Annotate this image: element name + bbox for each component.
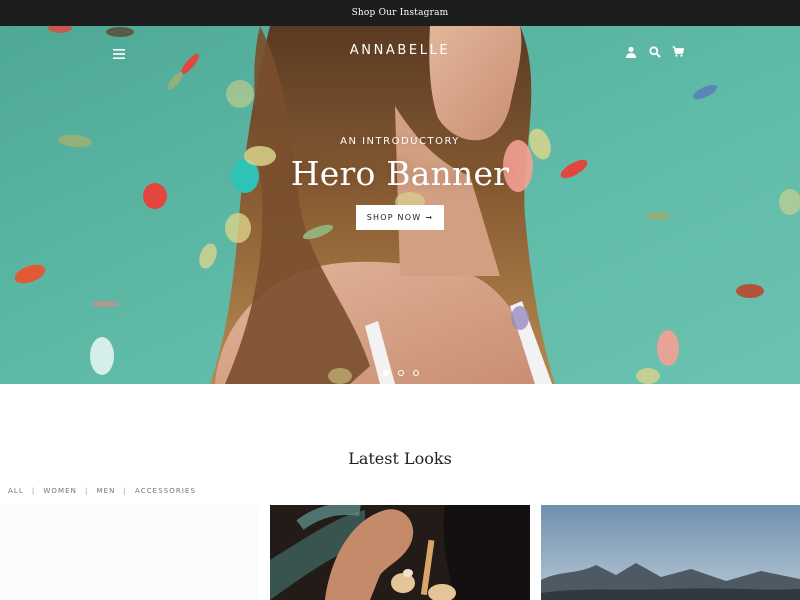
announcement-bar[interactable]: Shop Our Instagram (0, 0, 800, 26)
menu-button[interactable] (108, 46, 130, 62)
look-card-2[interactable] (270, 505, 530, 600)
filter-all[interactable]: ALL (8, 487, 24, 495)
shop-now-button[interactable]: SHOP NOW ➞ (356, 205, 444, 230)
hero-kicker: AN INTRODUCTORY (340, 136, 460, 147)
section-title: Latest Looks (348, 449, 452, 468)
account-button[interactable] (622, 44, 640, 60)
shop-now-label: SHOP NOW (366, 213, 422, 222)
filter-separator: | (123, 487, 127, 495)
cart-icon (672, 46, 684, 57)
filter-separator: | (31, 487, 36, 495)
look-image-2 (270, 505, 530, 600)
look-image-3 (541, 505, 800, 600)
slideshow-dots (383, 368, 419, 378)
look-card-1[interactable] (0, 505, 259, 600)
store-logo[interactable]: ANNABELLE (300, 43, 500, 58)
slide-dot-1[interactable] (383, 370, 389, 376)
slide-dot-2[interactable] (398, 370, 404, 376)
cart-button[interactable] (669, 44, 687, 60)
account-icon (625, 46, 637, 58)
slide-dot-3[interactable] (413, 370, 419, 376)
filter-list: ALL | WOMEN | MEN | ACCESSORIES (8, 487, 196, 495)
hero-banner: ANNABELLE AN INTRODUCTORY Hero Banner SH… (0, 26, 800, 384)
filter-accessories[interactable]: ACCESSORIES (135, 487, 196, 495)
search-button[interactable] (646, 44, 664, 60)
hero-title: Hero Banner (290, 154, 510, 193)
search-icon (649, 46, 661, 58)
arrow-right-icon: ➞ (425, 213, 434, 222)
filter-women[interactable]: WOMEN (43, 487, 77, 495)
filter-men[interactable]: MEN (96, 487, 115, 495)
announcement-text[interactable]: Shop Our Instagram (352, 8, 449, 18)
hero-content: AN INTRODUCTORY Hero Banner SHOP NOW ➞ (200, 136, 600, 230)
hamburger-icon (113, 49, 125, 59)
look-card-3[interactable] (541, 505, 800, 600)
filter-separator: | (85, 487, 89, 495)
